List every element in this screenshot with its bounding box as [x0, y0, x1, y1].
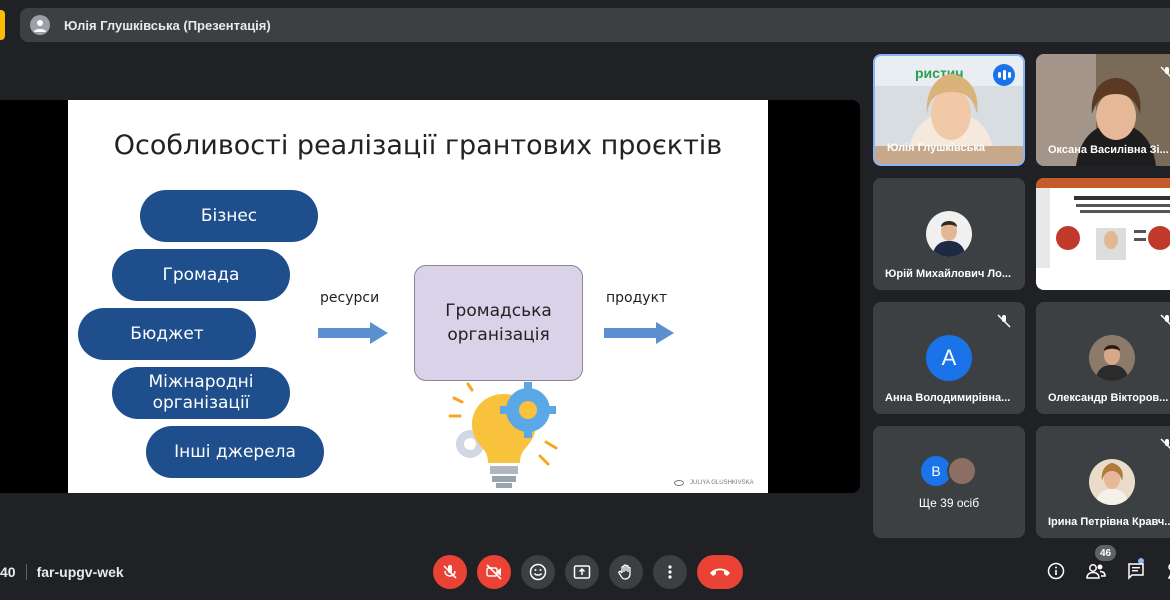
more-options-icon: [668, 565, 672, 579]
more-participants-tile[interactable]: В Ще 39 осіб: [873, 426, 1025, 538]
participant-name: Юрій Михайлович Ло...: [885, 268, 1011, 280]
source-business: Бізнес: [140, 190, 318, 242]
source-international: Міжнародні організації: [112, 367, 290, 419]
participant-count-badge: 46: [1095, 545, 1117, 561]
resources-label: ресурси: [320, 290, 380, 306]
participant-name: Оксана Василівна Зі...: [1048, 144, 1169, 156]
mic-off-icon: [1160, 438, 1170, 450]
participant-name: Анна Володимирівна...: [885, 392, 1011, 404]
mic-toggle-button[interactable]: [433, 555, 467, 589]
presentation-stage[interactable]: Особливості реалізації грантових проєкті…: [0, 100, 860, 493]
mic-off-icon: [1160, 314, 1170, 326]
eye-icon: [674, 479, 684, 486]
more-avatars: В: [921, 456, 977, 486]
mic-off-icon: [997, 314, 1011, 328]
participant-name: Юлія Глушківська: [887, 142, 985, 154]
presentation-indicator: [0, 10, 5, 40]
participant-name: Відділ (презентація): [1048, 268, 1159, 280]
participant-name: Ірина Петрівна Кравч...: [1048, 516, 1170, 528]
more-options-button[interactable]: [653, 555, 687, 589]
camera-off-icon: [486, 564, 502, 580]
slide-title: Особливості реалізації грантових проєкті…: [113, 130, 723, 161]
reactions-button[interactable]: [521, 555, 555, 589]
slide: Особливості реалізації грантових проєкті…: [68, 100, 768, 493]
avatar: [926, 211, 972, 257]
presenter-avatar: [30, 15, 50, 35]
camera-toggle-button[interactable]: [477, 555, 511, 589]
activities-button[interactable]: [1165, 560, 1170, 582]
mic-off-icon: [443, 565, 457, 579]
watermark: JULIYA GLUSHKIVSKA: [668, 472, 768, 493]
meeting-details: 40 far-upgv-wek: [0, 562, 124, 582]
call-controls: [433, 555, 743, 589]
participant-tile-8[interactable]: Ірина Петрівна Кравч...: [1036, 426, 1170, 538]
ngo-box: Громадська організація: [414, 265, 583, 381]
participant-tile-3[interactable]: Юрій Михайлович Ло...: [873, 178, 1025, 290]
presenter-bar[interactable]: Юлія Глушківська (Презентація): [20, 8, 1170, 42]
avatar: [1089, 335, 1135, 381]
source-community: Громада: [112, 249, 290, 301]
present-icon: [573, 565, 591, 579]
people-icon: [1086, 564, 1106, 579]
raise-hand-button[interactable]: [609, 555, 643, 589]
more-participants-label: Ще 39 осіб: [918, 496, 980, 510]
mic-off-icon: [1160, 66, 1170, 78]
participant-tile-1[interactable]: ристич Юлія Глушківська: [873, 54, 1025, 166]
participant-tile-6[interactable]: Олександр Вікторов...: [1036, 302, 1170, 414]
emoji-icon: [529, 563, 547, 581]
product-label: продукт: [606, 290, 668, 306]
end-call-icon: [710, 568, 730, 576]
speaking-indicator-icon: [993, 64, 1015, 86]
present-button[interactable]: [565, 555, 599, 589]
source-budget: Бюджет: [78, 308, 256, 360]
meeting-code: far-upgv-wek: [36, 564, 124, 580]
avatar: А: [926, 335, 972, 381]
leave-call-button[interactable]: [697, 555, 743, 589]
avatar: [947, 456, 977, 486]
lightbulb-gears-icon: [448, 382, 558, 488]
people-button[interactable]: [1085, 560, 1107, 582]
avatar: [1089, 459, 1135, 505]
participant-tile-4[interactable]: Відділ (презентація): [1036, 178, 1170, 290]
resources-arrow: [318, 322, 388, 344]
chat-button[interactable]: [1125, 560, 1147, 582]
source-other: Інші джерела: [146, 426, 324, 478]
side-panel-buttons: [1045, 560, 1170, 582]
participant-tile-2[interactable]: Оксана Василівна Зі...: [1036, 54, 1170, 166]
product-arrow: [604, 322, 674, 344]
meeting-details-button[interactable]: [1045, 560, 1067, 582]
chat-icon: [1128, 563, 1144, 580]
participant-tile-5[interactable]: А Анна Володимирівна...: [873, 302, 1025, 414]
info-icon: [1047, 562, 1065, 580]
divider: [25, 564, 27, 580]
meeting-time: 40: [0, 564, 16, 580]
raise-hand-icon: [618, 564, 631, 580]
participant-name: Олександр Вікторов...: [1048, 392, 1169, 404]
presenter-title: Юлія Глушківська (Презентація): [64, 17, 271, 33]
